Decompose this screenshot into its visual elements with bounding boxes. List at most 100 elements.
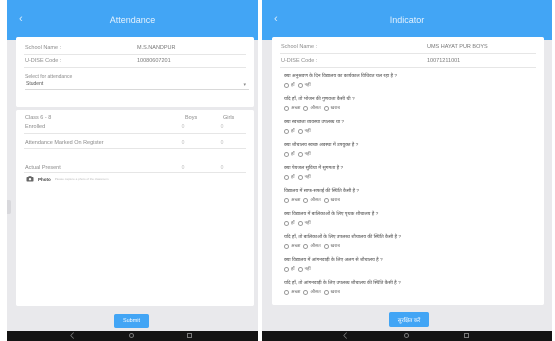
radio-button[interactable] — [284, 128, 289, 134]
indicator-form-card: School Name : UMS HAYAT PUR BOYS U-DISE … — [272, 37, 544, 305]
photo-label: Photo — [38, 176, 51, 182]
class-label: Class 6 - 8 — [25, 115, 52, 121]
radio-button[interactable] — [284, 266, 289, 272]
answer-options: हाँ नहीं — [284, 266, 311, 272]
radio-button[interactable] — [303, 289, 309, 295]
radio-button[interactable] — [284, 197, 289, 203]
answer-option[interactable]: नहीं — [297, 174, 311, 180]
radio-button[interactable] — [303, 243, 309, 249]
register-boys-field[interactable]: 0 — [173, 140, 193, 146]
answer-options: अच्छा औसत खराब — [284, 243, 340, 249]
answer-option[interactable]: हाँ — [284, 174, 295, 180]
answer-option[interactable]: नहीं — [297, 128, 311, 134]
radio-button[interactable] — [284, 82, 289, 88]
answer-option[interactable]: नहीं — [297, 151, 311, 157]
question-text: विद्यालय में साफ-सफाई की स्थिति कैसी है … — [284, 189, 360, 194]
radio-button[interactable] — [284, 174, 289, 180]
answer-option[interactable]: अच्छा — [284, 243, 300, 249]
back-icon[interactable] — [69, 331, 78, 340]
recents-icon[interactable] — [464, 333, 469, 338]
boys-header: Boys — [185, 115, 198, 121]
register-label: Attendance Marked On Register — [25, 140, 104, 146]
udise-label: U-DISE Code : — [25, 58, 62, 64]
back-arrow-icon[interactable]: ‹ — [19, 12, 23, 26]
answer-option[interactable]: खराब — [323, 289, 340, 295]
option-label: नहीं — [304, 128, 311, 133]
back-arrow-icon[interactable]: ‹ — [274, 12, 278, 26]
option-label: खराब — [330, 243, 340, 248]
school-info-card: School Name : M.S.NANDPUR U-DISE Code : … — [16, 37, 254, 107]
school-name-value: M.S.NANDPUR — [137, 45, 176, 51]
save-button[interactable]: सुरक्षित करें — [389, 312, 429, 327]
answer-option[interactable]: औसत — [303, 197, 321, 203]
option-label: अच्छा — [291, 289, 301, 294]
radio-button[interactable] — [284, 220, 289, 226]
photo-capture[interactable]: Photo Please capture a photo of the clas… — [26, 176, 108, 182]
answer-option[interactable]: औसत — [303, 105, 321, 111]
answer-option[interactable]: नहीं — [297, 220, 311, 226]
system-nav-bar — [7, 331, 258, 341]
chevron-down-icon: ▾ — [243, 82, 246, 88]
radio-button[interactable] — [323, 243, 329, 249]
answer-option[interactable]: हाँ — [284, 151, 295, 157]
radio-button[interactable] — [323, 105, 329, 111]
back-icon[interactable] — [342, 331, 351, 340]
enrolled-boys-field[interactable]: 0 — [173, 124, 193, 130]
drawer-handle[interactable] — [7, 200, 11, 214]
answer-option[interactable]: हाँ — [284, 266, 295, 272]
answer-option[interactable]: नहीं — [297, 82, 311, 88]
answer-option[interactable]: औसत — [303, 243, 321, 249]
page-title: Attendance — [109, 15, 156, 25]
actual-boys-field[interactable]: 0 — [173, 165, 193, 171]
radio-button[interactable] — [284, 105, 289, 111]
answer-option[interactable]: खराब — [323, 105, 340, 111]
answer-option[interactable]: खराब — [323, 197, 340, 203]
question-text: क्या शौचालय स्वच्छ अवस्था में उपयुक्त है… — [284, 143, 359, 148]
answer-option[interactable]: खराब — [323, 243, 340, 249]
indicator-app-bar: ‹ Indicator — [262, 0, 552, 40]
radio-button[interactable] — [297, 82, 303, 88]
radio-button[interactable] — [297, 151, 303, 157]
question-text: यदि हाँ, तो भोजन की गुणवत्ता कैसी थी ? — [284, 97, 355, 102]
radio-button[interactable] — [323, 197, 329, 203]
radio-button[interactable] — [297, 266, 303, 272]
answer-options: हाँ नहीं — [284, 128, 311, 134]
register-girls-field[interactable]: 0 — [212, 140, 232, 146]
submit-button[interactable]: Submit — [114, 314, 149, 328]
radio-button[interactable] — [297, 128, 303, 134]
answer-option[interactable]: हाँ — [284, 82, 295, 88]
answer-option[interactable]: अच्छा — [284, 197, 300, 203]
answer-option[interactable]: हाँ — [284, 128, 295, 134]
recents-icon[interactable] — [187, 333, 192, 338]
radio-button[interactable] — [297, 220, 303, 226]
select-attendance-label: Select for attendance — [25, 74, 73, 80]
attendance-form-card: Class 6 - 8 Boys Girls Enrolled 0 0 Atte… — [16, 110, 254, 306]
option-label: नहीं — [304, 151, 311, 156]
radio-button[interactable] — [323, 289, 329, 295]
home-icon[interactable] — [404, 333, 409, 338]
option-label: औसत — [310, 197, 321, 202]
enrolled-girls-field[interactable]: 0 — [212, 124, 232, 130]
question-text: क्या अनुश्रवण के दिन विद्यालय का कार्यका… — [284, 74, 398, 79]
answer-option[interactable]: अच्छा — [284, 105, 300, 111]
option-label: हाँ — [291, 174, 295, 179]
radio-button[interactable] — [297, 174, 303, 180]
radio-button[interactable] — [284, 151, 289, 157]
answer-options: अच्छा औसत खराब — [284, 197, 340, 203]
actual-girls-field[interactable]: 0 — [212, 165, 232, 171]
school-name-label: School Name : — [25, 45, 62, 51]
answer-option[interactable]: औसत — [303, 289, 321, 295]
radio-button[interactable] — [303, 105, 309, 111]
radio-button[interactable] — [303, 197, 309, 203]
answer-option[interactable]: अच्छा — [284, 289, 300, 295]
answer-option[interactable]: हाँ — [284, 220, 295, 226]
home-icon[interactable] — [129, 333, 134, 338]
option-label: औसत — [310, 105, 321, 110]
photo-hint: Please capture a photo of the classroom — [54, 177, 109, 181]
attendance-type-select[interactable]: Student ▾ — [25, 81, 249, 90]
question-text: यदि हाँ, तो आंगनवाड़ी के लिए उपलब्ध शौचा… — [284, 281, 401, 286]
udise-value: 10080607201 — [137, 58, 171, 64]
radio-button[interactable] — [284, 289, 289, 295]
radio-button[interactable] — [284, 243, 289, 249]
answer-option[interactable]: नहीं — [297, 266, 311, 272]
